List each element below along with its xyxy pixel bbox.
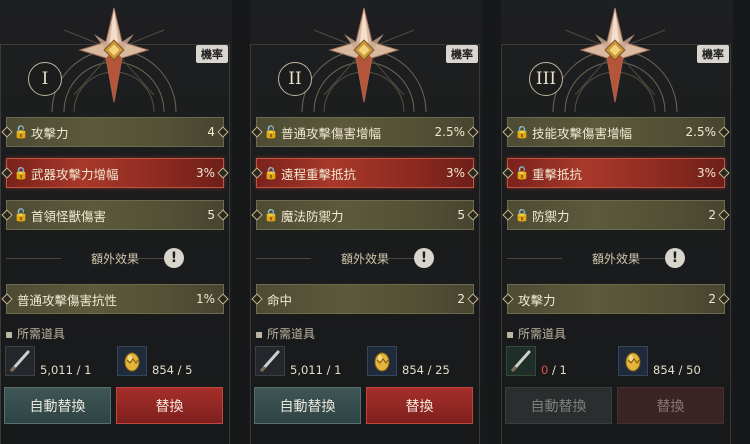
stat-row[interactable]: 🔒 武器攻擊力增幅 3% xyxy=(1,158,229,188)
unlock-icon[interactable]: 🔓 xyxy=(11,208,31,222)
stat-row[interactable]: 🔒 防禦力 2 xyxy=(502,200,730,230)
extra-effect-header: 額外效果 ! xyxy=(6,246,224,270)
stat-name: 武器攻擊力增幅 xyxy=(31,166,119,182)
exclamation-icon[interactable]: ! xyxy=(164,248,184,268)
lock-icon[interactable]: 🔒 xyxy=(512,125,532,139)
golden-egg-icon[interactable] xyxy=(367,346,397,376)
rune-panel-2: II 機率 🔓 普通攻擊傷害增幅 2.5% 🔒 遠程重擊抵抗 3% 🔒 魔法防禦… xyxy=(250,0,482,444)
stat-row[interactable]: 🔒 魔法防禦力 5 xyxy=(251,200,479,230)
required-items-label: ▪ 所需道具 xyxy=(5,327,65,341)
stat-value: 5 xyxy=(457,208,465,222)
item1-count: 5,011 / 1 xyxy=(290,363,341,377)
stat-name: 攻擊力 xyxy=(518,292,556,308)
blade-icon[interactable] xyxy=(506,346,536,376)
compass-star-emblem-icon xyxy=(545,0,685,113)
stat-value: 3% xyxy=(445,166,465,180)
replace-button[interactable]: 替換 xyxy=(116,387,223,424)
divider xyxy=(633,258,668,259)
stat-name: 重擊抵抗 xyxy=(532,166,583,182)
rate-badge[interactable]: 機率 xyxy=(697,45,729,63)
unlock-icon[interactable]: 🔓 xyxy=(261,125,281,139)
extra-stat-row: 命中 2 xyxy=(251,284,479,314)
stat-value: 2 xyxy=(708,292,716,306)
stat-name: 首領怪獸傷害 xyxy=(31,208,107,224)
stat-value: 5 xyxy=(207,208,215,222)
extra-effect-header: 額外效果 ! xyxy=(256,246,474,270)
stat-value: 1% xyxy=(195,292,215,306)
stat-value: 4 xyxy=(207,125,215,139)
extra-stat-row: 攻擊力 2 xyxy=(502,284,730,314)
stat-row[interactable]: 🔓 首領怪獸傷害 5 xyxy=(1,200,229,230)
auto-replace-button[interactable]: 自動替換 xyxy=(505,387,612,424)
slot-numeral: III xyxy=(529,62,563,96)
stat-row[interactable]: 🔒 技能攻擊傷害增幅 2.5% xyxy=(502,117,730,147)
required-items-label: ▪ 所需道具 xyxy=(255,327,315,341)
stat-name: 攻擊力 xyxy=(31,125,69,141)
replace-button[interactable]: 替換 xyxy=(366,387,473,424)
item1-count: 5,011 / 1 xyxy=(40,363,91,377)
stat-name: 魔法防禦力 xyxy=(281,208,344,224)
divider xyxy=(256,258,311,259)
stat-value: 2.5% xyxy=(685,125,717,139)
item1-count-text: 5,011 / 1 xyxy=(290,363,342,377)
exclamation-icon[interactable]: ! xyxy=(665,248,685,268)
exclamation-icon[interactable]: ! xyxy=(414,248,434,268)
blade-icon[interactable] xyxy=(5,346,35,376)
stat-name: 防禦力 xyxy=(532,208,570,224)
lock-icon[interactable]: 🔒 xyxy=(512,208,532,222)
lock-icon[interactable]: 🔒 xyxy=(261,208,281,222)
replace-button[interactable]: 替換 xyxy=(617,387,724,424)
slot-numeral: I xyxy=(28,62,62,96)
stat-row[interactable]: 🔓 攻擊力 4 xyxy=(1,117,229,147)
lock-icon[interactable]: 🔒 xyxy=(11,166,31,180)
stat-value: 2 xyxy=(708,208,716,222)
golden-egg-icon[interactable] xyxy=(618,346,648,376)
item1-count: 0 / 1 xyxy=(541,363,567,377)
rate-badge[interactable]: 機率 xyxy=(446,45,478,63)
stat-name: 技能攻擊傷害增幅 xyxy=(532,125,633,141)
lock-icon[interactable]: 🔒 xyxy=(261,166,281,180)
unlock-icon[interactable]: 🔓 xyxy=(512,166,532,180)
slot-numeral: II xyxy=(278,62,312,96)
item1-count-text: / 1 xyxy=(548,363,567,377)
item2-count: 854 / 50 xyxy=(653,363,701,377)
rune-panel-1: I 機率 🔓 攻擊力 4 🔒 武器攻擊力增幅 3% 🔓 首領怪獸傷害 5 額外效… xyxy=(0,0,232,444)
item2-count: 854 / 5 xyxy=(152,363,193,377)
unlock-icon[interactable]: 🔓 xyxy=(11,125,31,139)
stat-value: 3% xyxy=(696,166,716,180)
stat-row[interactable]: 🔒 遠程重擊抵抗 3% xyxy=(251,158,479,188)
stat-name: 普通攻擊傷害增幅 xyxy=(281,125,382,141)
stat-value: 3% xyxy=(195,166,215,180)
compass-star-emblem-icon xyxy=(294,0,434,113)
stat-value: 2.5% xyxy=(434,125,466,139)
stat-value: 2 xyxy=(457,292,465,306)
required-items-label: ▪ 所需道具 xyxy=(506,327,566,341)
extra-stat-row: 普通攻擊傷害抗性 1% xyxy=(1,284,229,314)
divider xyxy=(382,258,417,259)
auto-replace-button[interactable]: 自動替換 xyxy=(254,387,361,424)
stat-row[interactable]: 🔓 普通攻擊傷害增幅 2.5% xyxy=(251,117,479,147)
divider xyxy=(6,258,61,259)
stat-name: 遠程重擊抵抗 xyxy=(281,166,357,182)
stat-name: 命中 xyxy=(267,292,293,308)
rune-panel-3: III 機率 🔒 技能攻擊傷害增幅 2.5% 🔓 重擊抵抗 3% 🔒 防禦力 2… xyxy=(501,0,733,444)
blade-icon[interactable] xyxy=(255,346,285,376)
divider xyxy=(132,258,167,259)
compass-star-emblem-icon xyxy=(44,0,184,113)
item2-count: 854 / 25 xyxy=(402,363,450,377)
golden-egg-icon[interactable] xyxy=(117,346,147,376)
item1-count-text: 5,011 / 1 xyxy=(40,363,92,377)
stat-row[interactable]: 🔓 重擊抵抗 3% xyxy=(502,158,730,188)
stat-name: 普通攻擊傷害抗性 xyxy=(17,292,118,308)
divider xyxy=(507,258,562,259)
rate-badge[interactable]: 機率 xyxy=(196,45,228,63)
auto-replace-button[interactable]: 自動替換 xyxy=(4,387,111,424)
extra-effect-header: 額外效果 ! xyxy=(507,246,725,270)
